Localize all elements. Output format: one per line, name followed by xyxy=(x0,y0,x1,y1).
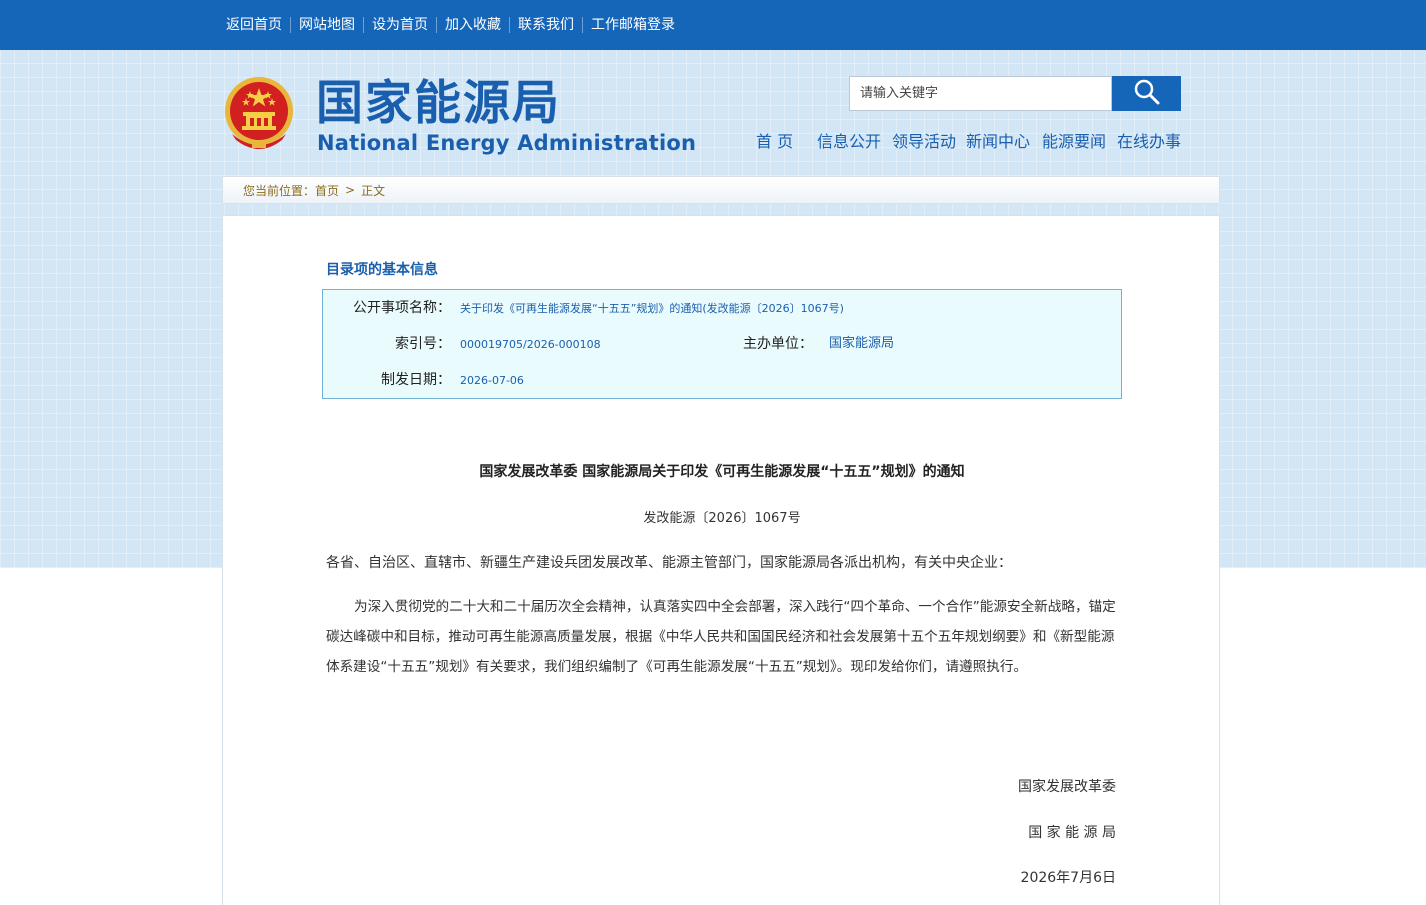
breadcrumb-current: 正文 xyxy=(361,183,386,198)
site-title-english: National Energy Administration xyxy=(317,131,697,155)
nav-item-news-center[interactable]: 新闻中心 xyxy=(966,130,1030,154)
nav-item-online-services[interactable]: 在线办事 xyxy=(1117,130,1181,154)
document-addressee: 各省、自治区、直辖市、新疆生产建设兵团发展改革、能源主管部门，国家能源局各派出机… xyxy=(326,555,1012,571)
search-input[interactable] xyxy=(849,76,1112,111)
info-name-value: 关于印发《可再生能源发展“十五五”规划》的通知(发改能源〔2026〕1067号) xyxy=(460,302,844,315)
site-title-chinese: 国家能源局 xyxy=(316,76,561,131)
document-date: 2026年7月6日 xyxy=(1020,870,1116,886)
breadcrumb-separator: > xyxy=(345,183,356,197)
breadcrumb: 您当前位置： 首页 > 正文 xyxy=(243,177,385,203)
info-index-label: 索引号： xyxy=(395,336,451,352)
top-link-set-homepage[interactable]: 设为首页 xyxy=(363,17,436,33)
info-index-value: 000019705/2026-000108 xyxy=(460,338,601,351)
info-org-value: 国家能源局 xyxy=(829,336,895,351)
info-name-label: 公开事项名称： xyxy=(353,300,451,316)
top-link-add-favorite[interactable]: 加入收藏 xyxy=(436,17,509,33)
document-body: 为深入贯彻党的二十大和二十届历次全会精神，认真落实四中全会部署，深入践行“四个革… xyxy=(326,599,1116,675)
top-bar: 返回首页 网站地图 设为首页 加入收藏 联系我们 工作邮箱登录 xyxy=(0,0,1426,50)
nav-item-home[interactable]: 首 页 xyxy=(756,130,793,154)
nav-item-energy-news[interactable]: 能源要闻 xyxy=(1042,130,1106,154)
top-link-home[interactable]: 返回首页 xyxy=(222,17,290,33)
signer-nea: 国 家 能 源 局 xyxy=(1028,825,1116,841)
document-number: 发改能源〔2026〕1067号 xyxy=(643,511,801,526)
info-date-label: 制发日期： xyxy=(381,372,451,388)
document-title: 国家发展改革委 国家能源局关于印发《可再生能源发展“十五五”规划》的通知 xyxy=(479,464,965,480)
info-heading: 目录项的基本信息 xyxy=(326,262,438,278)
info-date-value: 2026-07-06 xyxy=(460,374,524,387)
signer-ndrc: 国家发展改革委 xyxy=(1018,779,1116,795)
info-box: 公开事项名称： 关于印发《可再生能源发展“十五五”规划》的通知(发改能源〔202… xyxy=(322,289,1122,399)
nav-item-info-disclosure[interactable]: 信息公开 xyxy=(817,130,881,154)
top-link-sitemap[interactable]: 网站地图 xyxy=(290,17,363,33)
breadcrumb-home-link[interactable]: 首页 xyxy=(315,182,339,199)
article-content: 目录项的基本信息 公开事项名称： 关于印发《可再生能源发展“十五五”规划》的通知… xyxy=(222,215,1220,905)
top-links: 返回首页 网站地图 设为首页 加入收藏 联系我们 工作邮箱登录 xyxy=(222,0,683,50)
info-org-label: 主办单位： xyxy=(743,336,813,352)
breadcrumb-bar: 您当前位置： 首页 > 正文 xyxy=(222,176,1220,204)
top-link-email-login[interactable]: 工作邮箱登录 xyxy=(582,17,683,33)
top-link-contact[interactable]: 联系我们 xyxy=(509,17,582,33)
search-icon xyxy=(1133,78,1161,109)
search-button[interactable] xyxy=(1112,76,1181,111)
nav-item-leader-activities[interactable]: 领导活动 xyxy=(892,130,956,154)
national-emblem-logo[interactable] xyxy=(222,74,296,154)
breadcrumb-prefix: 您当前位置： xyxy=(243,183,316,198)
